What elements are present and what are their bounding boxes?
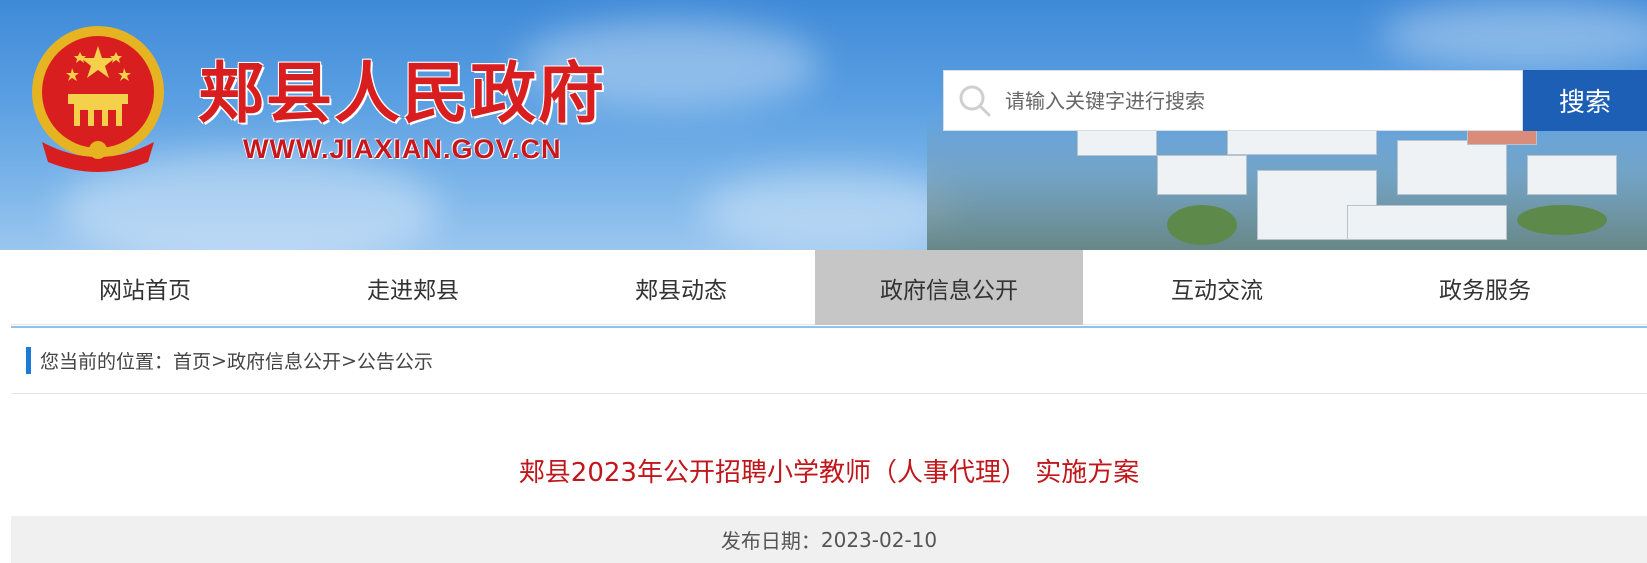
breadcrumb-separator: > bbox=[340, 349, 357, 372]
search-icon bbox=[959, 85, 991, 116]
article-meta: 发布日期： 2023-02-10 bbox=[11, 516, 1647, 563]
main-nav: 网站首页 走进郏县 郏县动态 政府信息公开 互动交流 政务服务 bbox=[11, 250, 1647, 325]
breadcrumb-accent-bar bbox=[26, 347, 31, 374]
nav-item-about[interactable]: 走进郏县 bbox=[279, 250, 547, 325]
article-title: 郏县2023年公开招聘小学教师（人事代理） 实施方案 bbox=[518, 457, 1140, 488]
breadcrumb-link-home[interactable]: 首页 bbox=[173, 347, 211, 374]
site-title: 郏县人民政府 bbox=[198, 54, 606, 132]
city-skyline-image bbox=[927, 110, 1647, 250]
publish-date-label: 发布日期： bbox=[720, 529, 821, 553]
publish-date: 2023-02-10 bbox=[820, 527, 938, 552]
national-emblem-icon bbox=[32, 26, 164, 172]
cloud-decoration bbox=[1380, 0, 1647, 70]
search-button[interactable]: 搜索 bbox=[1523, 70, 1647, 131]
nav-item-interaction[interactable]: 互动交流 bbox=[1083, 250, 1351, 325]
nav-item-home[interactable]: 网站首页 bbox=[11, 250, 279, 325]
breadcrumb-separator: > bbox=[211, 349, 227, 372]
cloud-decoration bbox=[700, 170, 960, 250]
search-input[interactable] bbox=[1005, 88, 1522, 113]
breadcrumb-link-notices[interactable]: 公告公示 bbox=[357, 347, 433, 374]
nav-item-news[interactable]: 郏县动态 bbox=[547, 250, 815, 325]
nav-item-gov-info[interactable]: 政府信息公开 bbox=[815, 250, 1083, 325]
breadcrumb: 您当前的位置： 首页 > 政府信息公开 > 公告公示 bbox=[11, 326, 1647, 394]
site-url: WWW.JIAXIAN.GOV.CN bbox=[243, 134, 562, 164]
site-header: 郏县人民政府 WWW.JIAXIAN.GOV.CN 搜索 bbox=[0, 0, 1647, 250]
nav-item-services[interactable]: 政务服务 bbox=[1351, 250, 1619, 325]
breadcrumb-label: 您当前的位置： bbox=[40, 351, 174, 373]
search-box bbox=[943, 70, 1523, 131]
article-header: 郏县2023年公开招聘小学教师（人事代理） 实施方案 bbox=[11, 394, 1647, 516]
breadcrumb-link-gov-info[interactable]: 政府信息公开 bbox=[227, 347, 341, 374]
